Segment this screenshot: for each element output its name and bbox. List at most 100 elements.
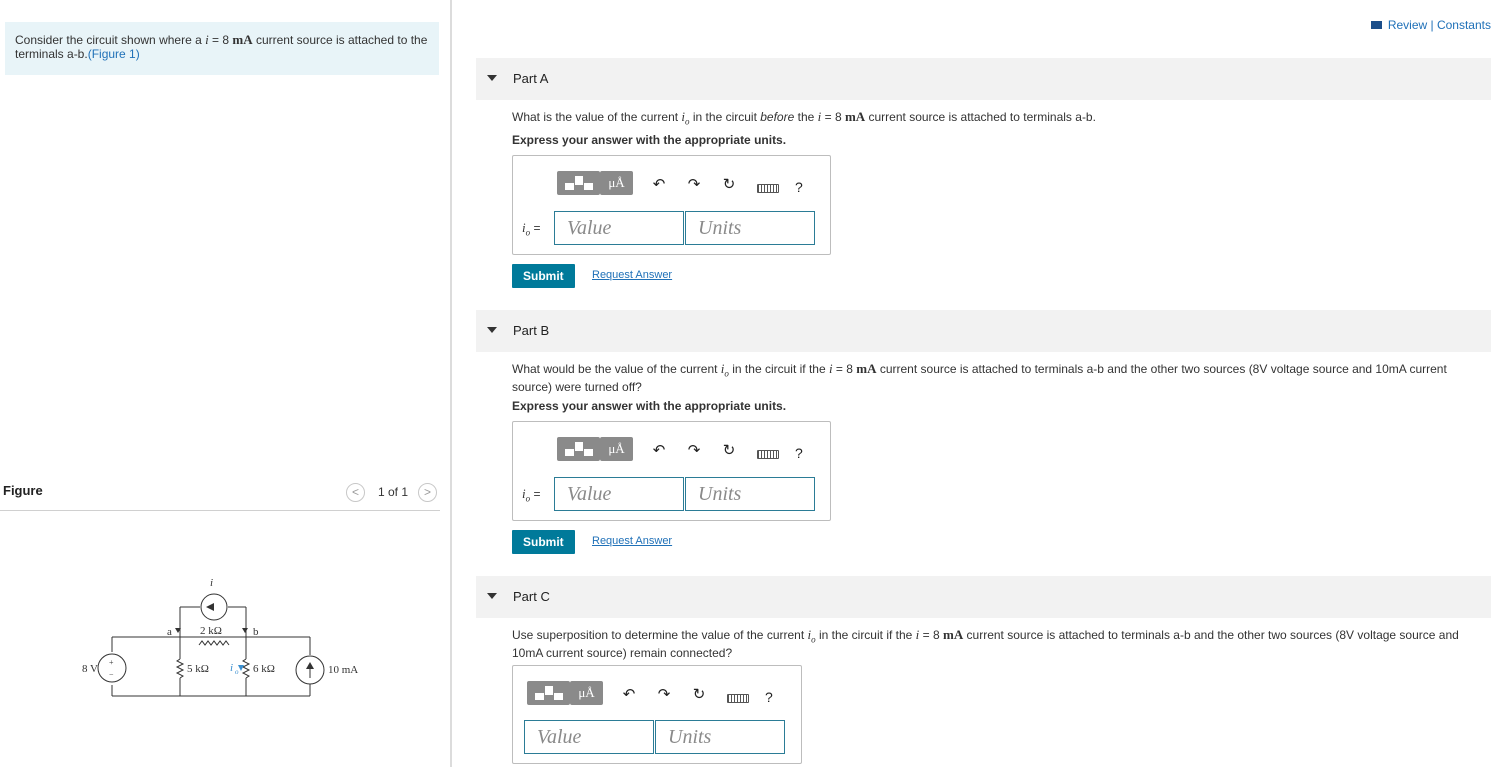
caret-down-icon [487, 327, 497, 333]
prev-figure-button[interactable]: < [346, 483, 365, 502]
label-2k: 2 kΩ [200, 625, 222, 637]
answer-var-label: io = [522, 220, 540, 237]
submit-button[interactable]: Submit [512, 264, 575, 288]
part-a-header[interactable]: Part A [476, 58, 1491, 100]
templates-button[interactable] [557, 437, 600, 461]
templates-button[interactable] [527, 681, 570, 705]
label-io: i [230, 662, 233, 674]
units-button[interactable]: μÅ [570, 681, 603, 705]
reset-icon[interactable]: ↻ [720, 175, 738, 193]
templates-button[interactable] [557, 171, 600, 195]
chevron-right-icon: > [423, 485, 431, 499]
part-b-title: Part B [513, 323, 550, 338]
q-unit: mA [856, 361, 877, 376]
part-a-instruction: Express your answer with the appropriate… [512, 133, 787, 147]
redo-icon[interactable]: ↷ [685, 441, 703, 459]
part-c-question: Use superposition to determine the value… [512, 627, 1482, 661]
problem-intro: Consider the circuit shown where a i = 8… [5, 22, 439, 75]
q-text: the [794, 110, 818, 124]
reset-icon[interactable]: ↻ [720, 441, 738, 459]
undo-icon[interactable]: ↶ [650, 175, 668, 193]
equals-sign: = [530, 487, 541, 501]
review-constants-label: Review | Constants [1387, 18, 1491, 32]
next-figure-button[interactable]: > [418, 483, 437, 502]
help-icon[interactable]: ? [795, 445, 803, 461]
q-text: What would be the value of the current [512, 362, 721, 376]
review-constants-link[interactable]: Review | Constants [1370, 18, 1491, 32]
q-text: = 8 [832, 362, 857, 376]
caret-down-icon [487, 593, 497, 599]
q-text: in the circuit if the [815, 628, 916, 642]
equals-sign: = [530, 221, 541, 235]
request-answer-link[interactable]: Request Answer [592, 269, 672, 281]
q-text: in the circuit if the [728, 362, 829, 376]
answer-var-label: io = [522, 486, 540, 503]
part-c-answer-box: μÅ ↶ ↷ ↻ ? Value Units [512, 665, 802, 764]
label-io-sub: o [235, 668, 239, 676]
q-text: = 8 [919, 628, 943, 642]
circuit-diagram: i a b 2 kΩ 5 kΩ 6 kΩ 8 V 10 mA i o + − [82, 577, 358, 697]
part-c-title: Part C [513, 589, 550, 604]
label-b: b [253, 626, 259, 638]
units-button[interactable]: μÅ [600, 171, 633, 195]
part-b-answer-box: μÅ ↶ ↷ ↻ ? io = Value Units [512, 421, 831, 521]
units-input[interactable]: Units [685, 211, 815, 245]
undo-icon[interactable]: ↶ [620, 685, 638, 703]
plus-sign: + [109, 658, 114, 667]
figure-pager: 1 of 1 [378, 485, 409, 499]
figure-link[interactable]: (Figure 1) [88, 47, 140, 61]
caret-down-icon [487, 75, 497, 81]
q-text: in the circuit [689, 110, 761, 124]
q-text: Use superposition to determine the value… [512, 628, 808, 642]
q-emphasis: before [760, 110, 795, 124]
intro-unit: mA [232, 32, 253, 47]
part-b-header[interactable]: Part B [476, 310, 1491, 352]
left-pane: Consider the circuit shown where a i = 8… [0, 0, 450, 767]
label-8v: 8 V [82, 663, 98, 675]
redo-icon[interactable]: ↷ [685, 175, 703, 193]
resistor-2k [198, 640, 230, 646]
units-input[interactable]: Units [655, 720, 785, 754]
undo-icon[interactable]: ↶ [650, 441, 668, 459]
part-b-instruction: Express your answer with the appropriate… [512, 399, 787, 413]
part-c-header[interactable]: Part C [476, 576, 1491, 618]
io-arrow-icon [238, 665, 244, 671]
submit-button[interactable]: Submit [512, 530, 575, 554]
units-input[interactable]: Units [685, 477, 815, 511]
value-input[interactable]: Value [524, 720, 654, 754]
label-a: a [167, 626, 172, 638]
help-icon[interactable]: ? [795, 179, 803, 195]
figure-header: Figure < 1 of 1 > [0, 478, 440, 511]
arrow-left-icon [206, 603, 214, 611]
keyboard-icon[interactable] [727, 694, 749, 703]
chevron-left-icon: < [351, 485, 359, 499]
right-pane: Review | Constants Part A What is the va… [452, 0, 1501, 767]
book-icon [1370, 21, 1382, 29]
request-answer-link[interactable]: Request Answer [592, 535, 672, 547]
label-10ma: 10 mA [328, 664, 358, 676]
value-input[interactable]: Value [554, 477, 684, 511]
keyboard-icon[interactable] [757, 184, 779, 193]
help-icon[interactable]: ? [765, 689, 773, 705]
part-a-question: What is the value of the current io in t… [512, 110, 1482, 128]
label-6k: 6 kΩ [253, 663, 275, 675]
q-unit: mA [942, 627, 964, 642]
q-text: What is the value of the current [512, 110, 682, 124]
part-a-title: Part A [513, 71, 549, 86]
reset-icon[interactable]: ↻ [690, 685, 708, 703]
resistor-5k [175, 658, 185, 679]
resistor-6k [241, 658, 251, 679]
q-text: = 8 [821, 110, 845, 124]
units-button[interactable]: μÅ [600, 437, 633, 461]
intro-eq: = 8 [208, 33, 233, 47]
q-unit: mA [844, 109, 866, 124]
minus-sign: − [109, 670, 114, 679]
arrow-up-icon [306, 662, 314, 669]
intro-text: Consider the circuit shown where a [15, 33, 206, 47]
redo-icon[interactable]: ↷ [655, 685, 673, 703]
keyboard-icon[interactable] [757, 450, 779, 459]
value-input[interactable]: Value [554, 211, 684, 245]
q-text: current source is attached to terminals … [865, 110, 1096, 124]
part-a-answer-box: μÅ ↶ ↷ ↻ ? io = Value Units [512, 155, 831, 255]
label-5k: 5 kΩ [187, 663, 209, 675]
